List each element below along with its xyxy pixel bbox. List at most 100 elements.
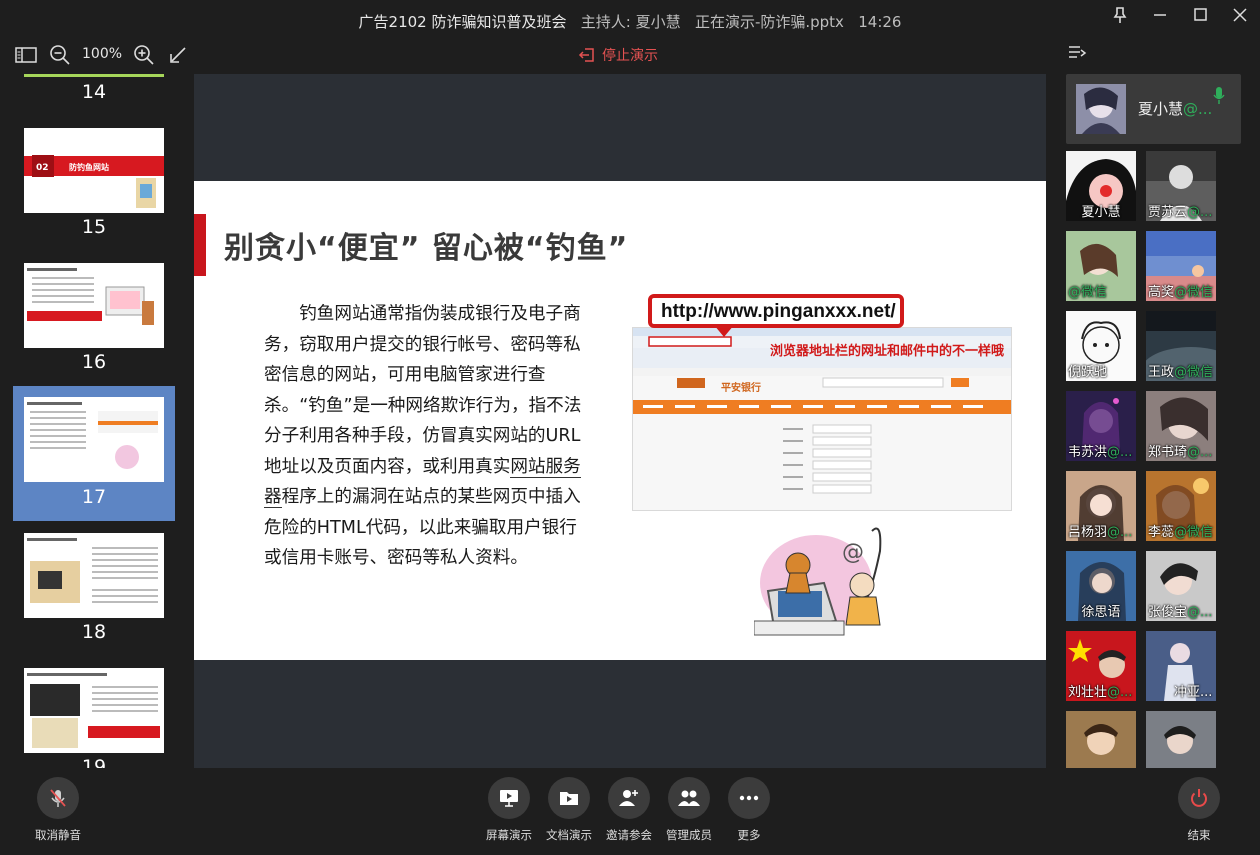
participant-name-text: 韦苏洪: [1068, 445, 1108, 460]
screen-share-label: 屏幕演示: [486, 828, 532, 842]
active-speaker-card[interactable]: 夏小慧@...: [1066, 74, 1241, 144]
participant-name-text: 李蕊: [1148, 525, 1175, 540]
participant-tile[interactable]: 李蕊@微信: [1146, 471, 1216, 541]
slide-thumbnail-image: [24, 668, 164, 753]
participant-name: 贾苏云@...: [1146, 201, 1216, 220]
minimize-icon[interactable]: [1146, 4, 1174, 26]
screen-share-icon: [488, 777, 530, 819]
zoom-in-icon[interactable]: [132, 43, 156, 67]
participant-tile[interactable]: 贾苏云@...: [1146, 151, 1216, 221]
slide-thumbnail-image: [24, 74, 164, 77]
url-callout: http://www.pinganxxx.net/: [648, 294, 904, 328]
participant-name-suffix: @...: [1187, 605, 1213, 620]
speaker-name: 夏小慧@...: [1138, 98, 1212, 119]
participant-tile[interactable]: 张俊宝@...: [1146, 551, 1216, 621]
slide-number: 19: [81, 756, 107, 768]
power-icon: [1178, 777, 1220, 819]
title-bar: 广告2102 防诈骗知识普及班会 主持人: 夏小慧 正在演示-防诈骗.pptx …: [0, 0, 1260, 40]
slide-thumbnail-16[interactable]: 16: [13, 257, 175, 392]
participant-tile[interactable]: [1146, 711, 1216, 768]
maximize-icon[interactable]: [1186, 4, 1214, 26]
participant-tile[interactable]: 韦苏洪@...: [1066, 391, 1136, 461]
participant-list-toggle-icon[interactable]: [1066, 42, 1088, 64]
participant-name-text: 郑书琦: [1148, 445, 1188, 460]
svg-text:@: @: [842, 540, 864, 565]
svg-text:02: 02: [36, 163, 49, 173]
svg-text:防钓鱼网站: 防钓鱼网站: [69, 162, 109, 172]
participant-tile[interactable]: @微信: [1066, 231, 1136, 301]
participant-name-text: 倪跃驰: [1068, 365, 1108, 380]
participant-name-text: 王政: [1148, 365, 1175, 380]
slide-body-text: 钓鱼网站通常指伪装成银行及电子商务，窃取用户提交的银行帐号、密码等私密信息的网站…: [264, 299, 586, 574]
participant-name: 倪跃驰: [1066, 361, 1136, 380]
zoom-out-icon[interactable]: [48, 43, 72, 67]
phishing-cartoon-image: @: [754, 527, 882, 636]
more-label: 更多: [737, 828, 761, 842]
participant-name-text: 冲亚...: [1174, 685, 1213, 700]
manage-members-button[interactable]: 管理成员: [659, 777, 719, 843]
slide-body-part: 钓鱼网站通常指伪装成银行及电子商务，窃取用户提交的银行帐号、密码等私密信息的网站…: [264, 304, 582, 477]
speaker-name-text: 夏小慧: [1138, 100, 1184, 118]
participant-tile[interactable]: 王政@微信: [1146, 311, 1216, 381]
participant-name-text: 吕杨羽: [1068, 525, 1108, 540]
end-meeting-button[interactable]: 结束: [1169, 777, 1229, 843]
participant-name: 冲亚...: [1146, 681, 1216, 700]
invite-label: 邀请参会: [606, 828, 652, 842]
participant-tile[interactable]: 夏小慧: [1066, 151, 1136, 221]
participant-name-suffix: @...: [1107, 445, 1133, 460]
meeting-title: 广告2102 防诈骗知识普及班会: [358, 13, 567, 31]
slide-thumbnail-19[interactable]: 19: [13, 662, 175, 768]
browser-warning-caption: 浏览器地址栏的网址和邮件中的不一样哦: [770, 344, 1005, 359]
participant-tile[interactable]: 高奖@微信: [1146, 231, 1216, 301]
slide-thumbnail-15[interactable]: 02 防钓鱼网站 15: [13, 122, 175, 257]
host-label: 主持人: 夏小慧: [580, 13, 681, 31]
sidebar-toggle-icon[interactable]: [14, 43, 38, 67]
members-icon: [668, 777, 710, 819]
slide-thumbnail-list[interactable]: 14 02 防钓鱼网站 15 16 17 18 19: [0, 74, 188, 768]
end-meeting-label: 结束: [1187, 828, 1211, 842]
slide-number: 17: [81, 486, 107, 508]
participant-tile[interactable]: 倪跃驰: [1066, 311, 1136, 381]
slide-thumbnail-17[interactable]: 17: [13, 386, 175, 521]
participant-tile[interactable]: 吕杨羽@...: [1066, 471, 1136, 541]
browser-screenshot-image: 平安银行 浏览器地址栏的网址和邮件中的不一样哦: [632, 327, 1012, 511]
participant-name: 徐思语: [1066, 601, 1136, 620]
speaker-name-suffix: @...: [1183, 100, 1213, 118]
window-title: 广告2102 防诈骗知识普及班会 主持人: 夏小慧 正在演示-防诈骗.pptx …: [0, 11, 1260, 32]
exit-fullscreen-icon[interactable]: [166, 43, 190, 67]
presenting-label: 正在演示-防诈骗.pptx: [694, 13, 844, 31]
participant-name-suffix: @...: [1107, 525, 1133, 540]
slide-title: 别贪小“便宜” 留心被“钓鱼”: [224, 231, 629, 266]
presentation-stage: 别贪小“便宜” 留心被“钓鱼” 钓鱼网站通常指伪装成银行及电子商务，窃取用户提交…: [194, 74, 1046, 768]
participant-name-suffix: @微信: [1174, 365, 1214, 380]
participant-tile[interactable]: 刘壮壮@...: [1066, 631, 1136, 701]
stop-presenting-button[interactable]: 停止演示: [578, 44, 658, 66]
unmute-button[interactable]: 取消静音: [28, 777, 88, 843]
slide-thumbnail-18[interactable]: 18: [13, 527, 175, 662]
participant-tile[interactable]: 冲亚...: [1146, 631, 1216, 701]
participant-name-suffix: @微信: [1174, 525, 1214, 540]
participant-name: @微信: [1066, 281, 1136, 300]
invite-button[interactable]: 邀请参会: [599, 777, 659, 843]
slide-body-part: 程序上的漏洞在站点的某些网页中插入危险的HTML代码，以此来骗取用户银行或信用卡…: [264, 487, 581, 568]
participant-tile[interactable]: 徐思语: [1066, 551, 1136, 621]
close-icon[interactable]: [1226, 4, 1254, 26]
participant-name: 郑书琦@...: [1146, 441, 1216, 460]
bank-logo-text: 平安银行: [721, 383, 761, 394]
document-share-button[interactable]: 文档演示: [539, 777, 599, 843]
avatar: [1076, 84, 1126, 134]
participant-name-suffix: @微信: [1068, 285, 1108, 300]
slide-number: 14: [81, 81, 107, 103]
slide-accent-bar: [194, 214, 206, 276]
pin-icon[interactable]: [1106, 4, 1134, 26]
participant-tile[interactable]: 郑书琦@...: [1146, 391, 1216, 461]
unmute-label: 取消静音: [35, 828, 81, 842]
participant-grid[interactable]: 夏小慧 贾苏云@... @微信 高奖@微信 倪跃驰 王政@微信 韦苏洪@... …: [1066, 151, 1226, 768]
folder-icon: [548, 777, 590, 819]
more-button[interactable]: 更多: [719, 777, 779, 843]
screen-share-button[interactable]: 屏幕演示: [479, 777, 539, 843]
participant-tile[interactable]: [1066, 711, 1136, 768]
participant-name: 张俊宝@...: [1146, 601, 1216, 620]
participant-name: 夏小慧: [1066, 201, 1136, 220]
stop-presenting-label: 停止演示: [602, 48, 658, 64]
